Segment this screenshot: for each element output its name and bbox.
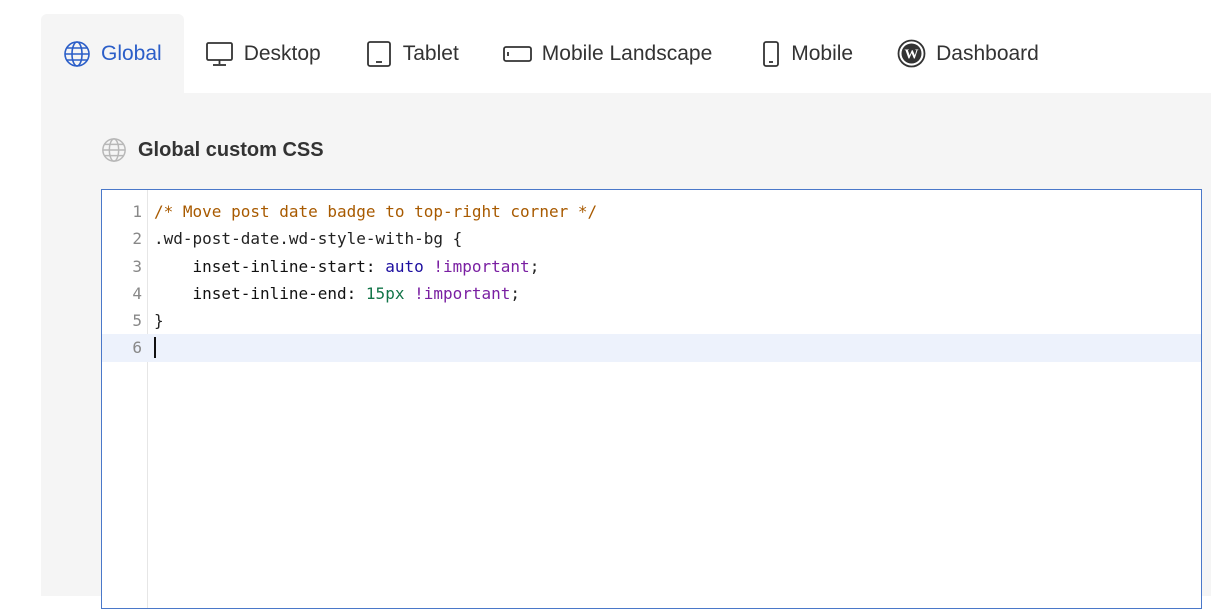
tab-mobile[interactable]: Mobile: [734, 14, 875, 93]
code-text: }: [154, 307, 164, 334]
line-number: 4: [132, 283, 142, 303]
code-text: inset-inline-end: 15px !important;: [154, 280, 521, 307]
code-line[interactable]: 3 inset-inline-start: auto !important;: [102, 253, 1201, 280]
text-cursor: [154, 337, 156, 359]
globe-icon: [101, 137, 127, 163]
code-semicolon: ;: [510, 283, 521, 303]
globe-icon: [63, 40, 91, 68]
code-comment: /* Move post date badge to top-right cor…: [154, 202, 598, 221]
code-important: !important: [423, 256, 530, 276]
line-number: 3: [132, 256, 142, 276]
code-text: .wd-post-date.wd-style-with-bg {: [154, 225, 462, 252]
section-header: Global custom CSS: [101, 137, 324, 163]
svg-text:W: W: [905, 48, 919, 63]
code-line-active[interactable]: 6: [102, 334, 1201, 362]
code-important: !important: [404, 283, 511, 303]
line-number: 5: [132, 311, 142, 331]
css-code-editor[interactable]: 1 /* Move post date badge to top-right c…: [101, 189, 1202, 609]
tab-desktop[interactable]: Desktop: [184, 14, 343, 93]
desktop-icon: [205, 41, 234, 67]
line-number: 1: [132, 202, 142, 221]
device-tabs: Global Desktop Tablet Mobile Landscape M…: [41, 14, 1061, 93]
code-text: /* Move post date badge to top-right cor…: [154, 198, 597, 225]
tab-dashboard-label: Dashboard: [936, 41, 1039, 65]
code-value: 15px: [365, 283, 405, 303]
tab-mobile-landscape-label: Mobile Landscape: [541, 41, 713, 65]
wordpress-icon: W: [897, 39, 926, 68]
css-panel: Global custom CSS 1 /* Move post date ba…: [41, 93, 1211, 609]
code-semicolon: ;: [529, 256, 540, 276]
code-line[interactable]: 5 }: [102, 307, 1201, 334]
code-line[interactable]: 2 .wd-post-date.wd-style-with-bg {: [102, 225, 1201, 252]
tab-mobile-landscape[interactable]: Mobile Landscape: [481, 14, 734, 93]
code-brace: }: [154, 311, 164, 331]
tab-global-label: Global: [101, 41, 162, 65]
line-number: 2: [132, 229, 142, 249]
tab-global[interactable]: Global: [41, 14, 184, 93]
tablet-icon: [365, 40, 393, 68]
code-line[interactable]: 4 inset-inline-end: 15px !important;: [102, 280, 1201, 307]
tab-desktop-label: Desktop: [243, 41, 321, 65]
code-selector: .wd-post-date.wd-style-with-bg {: [154, 229, 463, 249]
code-lines: 1 /* Move post date badge to top-right c…: [102, 198, 1201, 362]
mobile-landscape-icon: [502, 44, 532, 64]
mobile-icon: [761, 40, 781, 68]
code-property: inset-inline-start:: [154, 256, 386, 276]
tab-mobile-label: Mobile: [791, 41, 854, 65]
code-property: inset-inline-end:: [154, 283, 366, 303]
tab-tablet[interactable]: Tablet: [343, 14, 481, 93]
line-number: 6: [132, 338, 142, 358]
section-title: Global custom CSS: [138, 138, 324, 161]
tab-tablet-label: Tablet: [402, 41, 459, 65]
code-value: auto: [385, 256, 424, 276]
code-text: inset-inline-start: auto !important;: [154, 253, 540, 280]
code-line[interactable]: 1 /* Move post date badge to top-right c…: [102, 198, 1201, 225]
tab-dashboard[interactable]: W Dashboard: [875, 14, 1061, 93]
